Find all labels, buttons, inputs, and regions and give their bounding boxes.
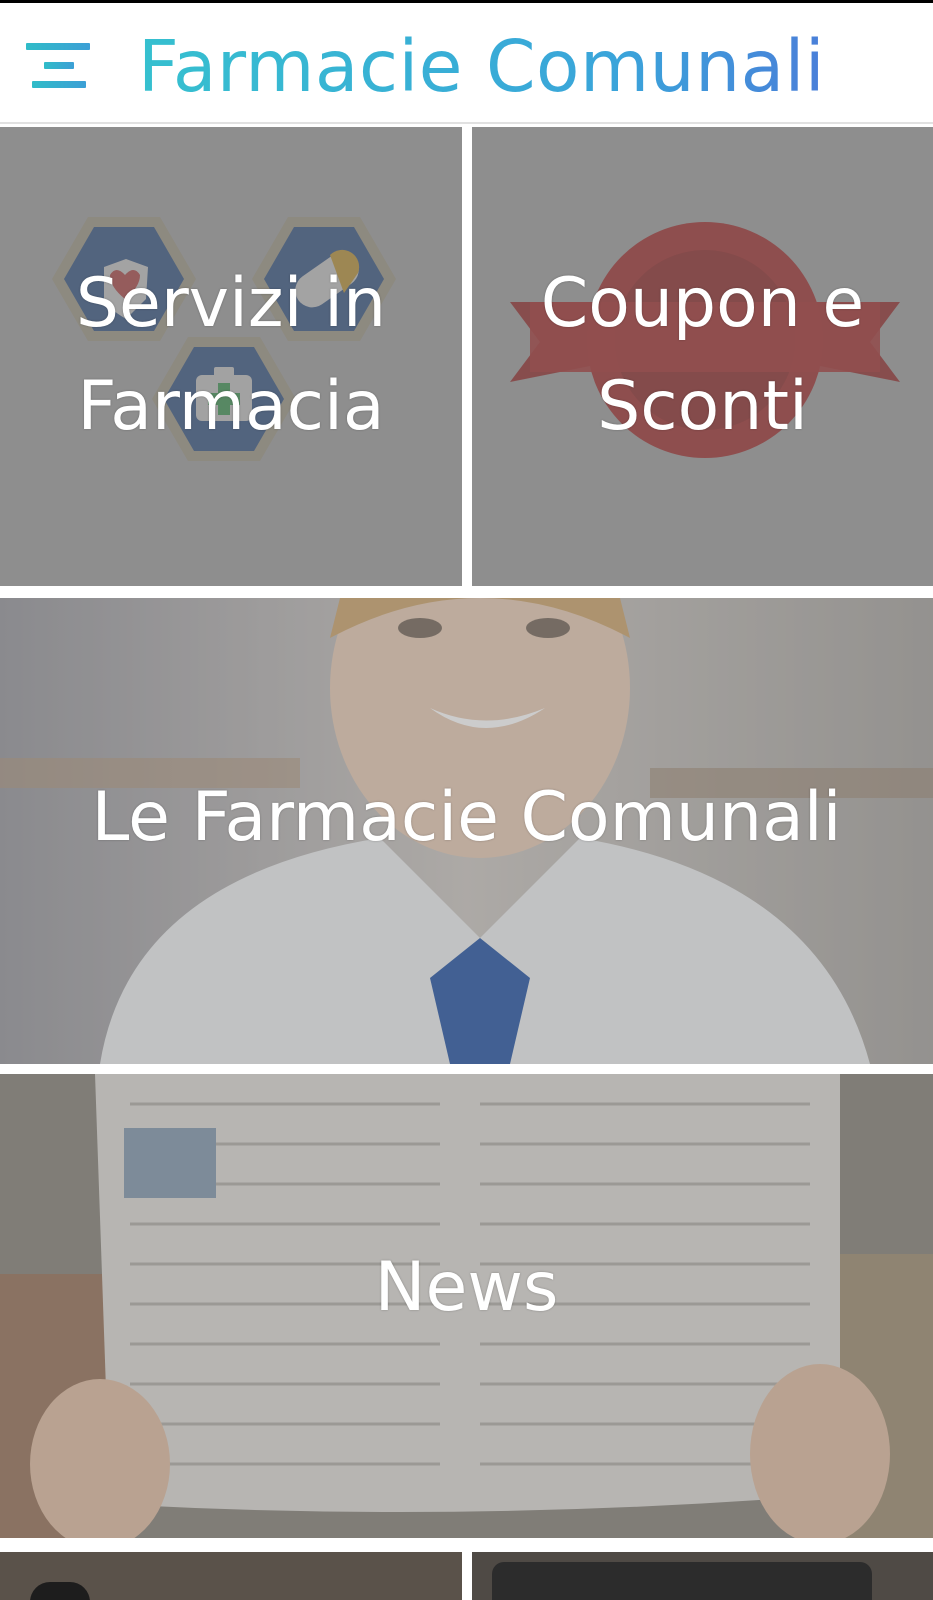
tile-label: News <box>374 1248 559 1327</box>
tile-coupon-e-sconti[interactable]: Coupon e Sconti <box>472 127 933 586</box>
tile-servizi-in-farmacia[interactable]: Servizi in Farmacia <box>0 127 462 586</box>
tile-label-line2: Sconti <box>597 367 808 446</box>
partial-image-shape <box>30 1582 90 1600</box>
tile-partial-right[interactable] <box>472 1552 933 1600</box>
tile-partial-left[interactable] <box>0 1552 462 1600</box>
page-title: Farmacie Comunali <box>138 25 826 108</box>
tile-news[interactable]: News <box>0 1074 933 1538</box>
tile-label-line1: Servizi in <box>75 264 387 343</box>
hamburger-menu-icon[interactable] <box>22 35 96 95</box>
app-header: Farmacie Comunali <box>0 3 933 124</box>
tile-label-line2: Farmacia <box>77 367 385 446</box>
tile-label: Le Farmacie Comunali <box>91 778 842 857</box>
tile-label-line1: Coupon e <box>540 264 865 343</box>
tile-le-farmacie-comunali[interactable]: Le Farmacie Comunali <box>0 598 933 1064</box>
partial-image-shape <box>492 1562 872 1600</box>
